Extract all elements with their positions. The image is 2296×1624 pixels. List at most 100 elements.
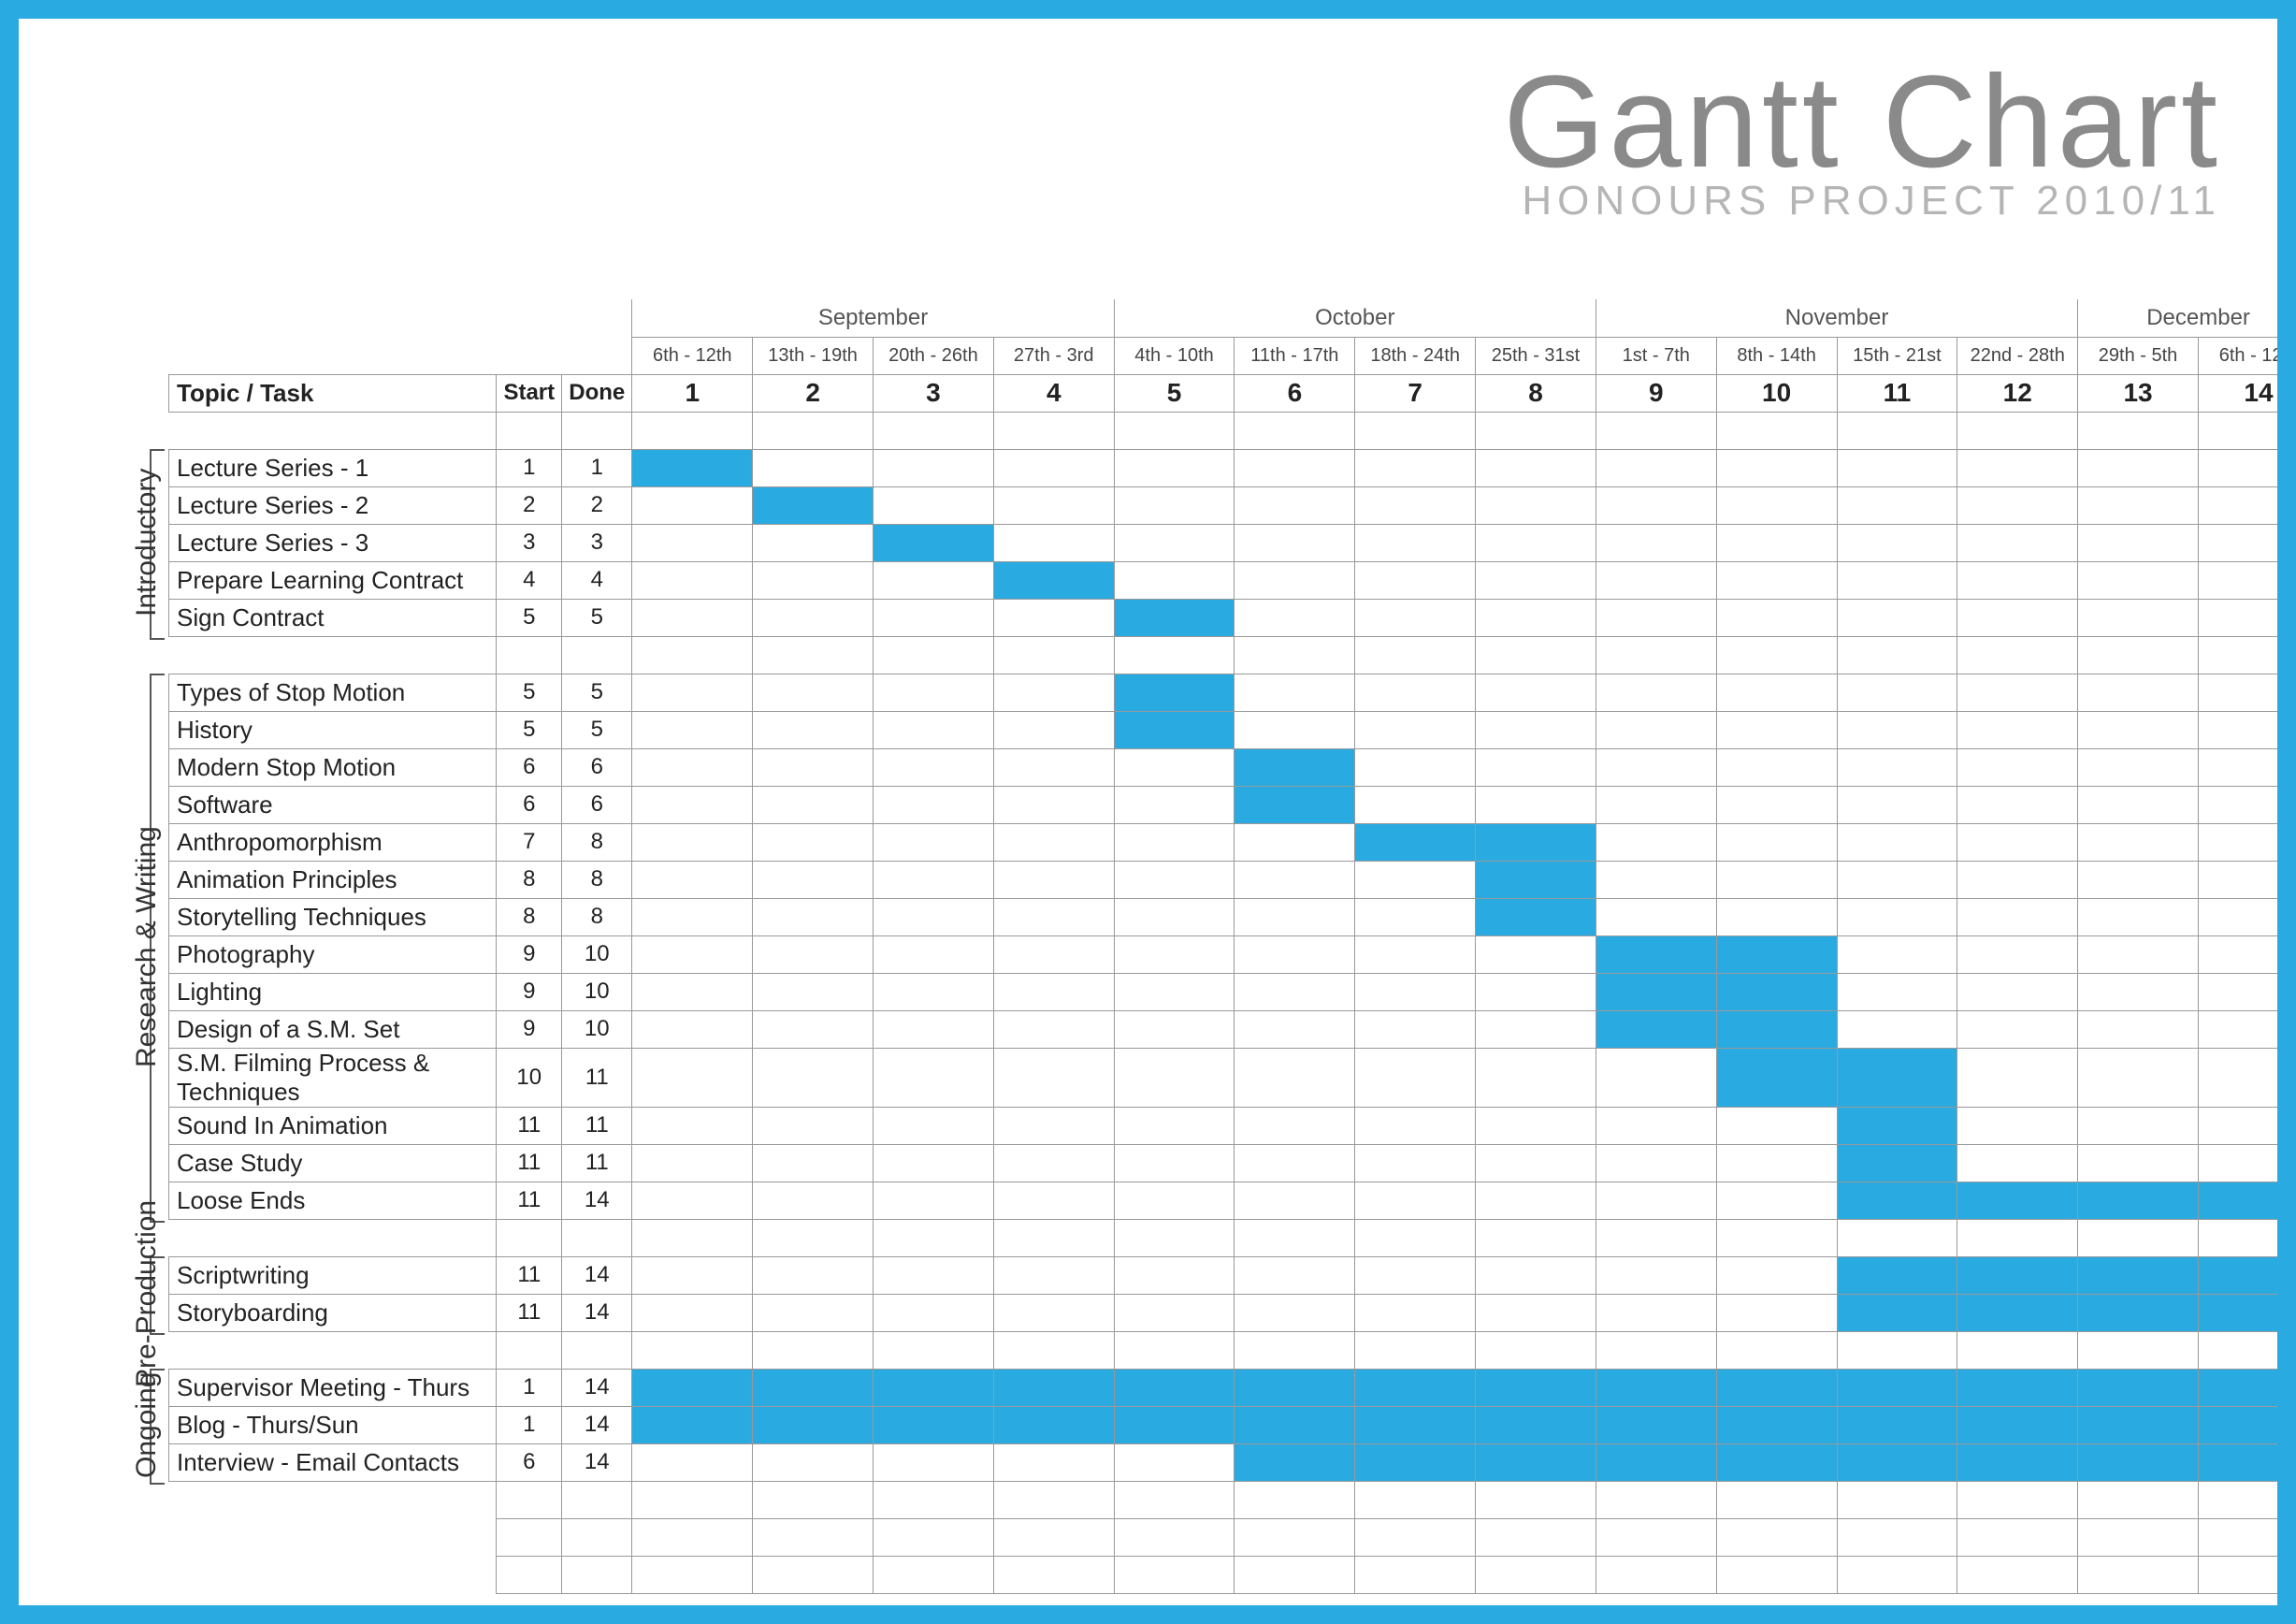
gantt-cell (1716, 861, 1837, 898)
week-number: 5 (1114, 374, 1235, 412)
gantt-cell (1716, 1443, 1837, 1481)
gantt-cell (1596, 1010, 1716, 1048)
gantt-cell (1355, 861, 1476, 898)
task-done: 3 (562, 524, 632, 561)
gantt-cell (1957, 1010, 2078, 1048)
gantt-cell (1114, 823, 1235, 861)
gantt-cell (1355, 973, 1476, 1010)
gantt-cell (2078, 561, 2199, 599)
gantt-cell (2078, 1010, 2199, 1048)
gantt-cell (1235, 1406, 1355, 1443)
gantt-cell (2198, 973, 2296, 1010)
gantt-cell (1837, 1294, 1957, 1331)
gantt-cell (1355, 898, 1476, 935)
gantt-cell (1355, 1010, 1476, 1048)
gantt-cell (1837, 1182, 1957, 1219)
task-done: 14 (562, 1182, 632, 1219)
gantt-cell (1716, 711, 1837, 748)
gantt-cell (753, 1010, 874, 1048)
gantt-cell (2198, 674, 2296, 711)
gantt-cell (753, 449, 874, 486)
task-start: 9 (497, 1010, 562, 1048)
gantt-cell (1235, 524, 1355, 561)
gantt-cell (1114, 524, 1235, 561)
gantt-cell (993, 1048, 1114, 1107)
gantt-cell (1476, 486, 1596, 524)
week-range: 27th - 3rd (993, 337, 1114, 374)
gantt-cell (1957, 898, 2078, 935)
gantt-cell (632, 748, 753, 786)
gantt-cell (753, 973, 874, 1010)
gantt-cell (1355, 1406, 1476, 1443)
gantt-cell (1957, 599, 2078, 636)
gantt-cell (1476, 973, 1596, 1010)
gantt-cell (1957, 1144, 2078, 1182)
gantt-cell (1355, 599, 1476, 636)
gantt-cell (1596, 449, 1716, 486)
table-row: Design of a S.M. Set910 (169, 1010, 2296, 1048)
gantt-cell (993, 1294, 1114, 1331)
task-done: 10 (562, 1010, 632, 1048)
gantt-cell (993, 823, 1114, 861)
spacer-row (169, 1481, 2296, 1518)
gantt-cell (1596, 1256, 1716, 1294)
gantt-cell (2078, 1107, 2199, 1144)
gantt-cell (1235, 711, 1355, 748)
gantt-cell (1235, 1443, 1355, 1481)
gantt-cell (2078, 1256, 2199, 1294)
gantt-cell (1957, 1443, 2078, 1481)
table-row: Loose Ends1114 (169, 1182, 2296, 1219)
task-name: Lighting (169, 973, 497, 1010)
task-name: Photography (169, 935, 497, 973)
topic-header: Topic / Task (169, 374, 497, 412)
gantt-cell (1957, 1406, 2078, 1443)
gantt-cell (632, 786, 753, 823)
gantt-cell (753, 1406, 874, 1443)
spacer-row (169, 1518, 2296, 1556)
gantt-cell (874, 748, 994, 786)
task-start: 9 (497, 973, 562, 1010)
gantt-cell (993, 524, 1114, 561)
gantt-cell (1476, 1294, 1596, 1331)
gantt-cell (1596, 1294, 1716, 1331)
gantt-cell (1355, 1144, 1476, 1182)
gantt-cell (1837, 1048, 1957, 1107)
gantt-cell (2198, 711, 2296, 748)
task-start: 11 (497, 1182, 562, 1219)
gantt-cell (1837, 561, 1957, 599)
table-row: Supervisor Meeting - Thurs114 (169, 1369, 2296, 1406)
task-name: Lecture Series - 3 (169, 524, 497, 561)
task-done: 10 (562, 973, 632, 1010)
gantt-cell (1476, 1182, 1596, 1219)
task-done: 10 (562, 935, 632, 973)
gantt-cell (2198, 486, 2296, 524)
week-number: 10 (1716, 374, 1837, 412)
gantt-cell (1837, 898, 1957, 935)
gantt-cell (1716, 823, 1837, 861)
gantt-cell (2078, 711, 2199, 748)
table-row: Software66 (169, 786, 2296, 823)
gantt-cell (1716, 898, 1837, 935)
gantt-cell (1235, 674, 1355, 711)
week-number: 6 (1235, 374, 1355, 412)
gantt-cell (632, 823, 753, 861)
gantt-cell (753, 748, 874, 786)
week-range: 22nd - 28th (1957, 337, 2078, 374)
gantt-cell (753, 711, 874, 748)
table-row: Blog - Thurs/Sun114 (169, 1406, 2296, 1443)
gantt-cell (874, 1294, 994, 1331)
task-name: Scriptwriting (169, 1256, 497, 1294)
gantt-cell (1114, 935, 1235, 973)
gantt-cell (1355, 561, 1476, 599)
gantt-cell (1716, 599, 1837, 636)
table-row: Lecture Series - 333 (169, 524, 2296, 561)
task-done: 2 (562, 486, 632, 524)
task-name: Software (169, 786, 497, 823)
gantt-cell (1716, 1010, 1837, 1048)
week-number: 11 (1837, 374, 1957, 412)
gantt-cell (1235, 786, 1355, 823)
gantt-cell (1114, 674, 1235, 711)
week-range: 25th - 31st (1476, 337, 1596, 374)
gantt-cell (1476, 823, 1596, 861)
gantt-cell (2078, 1144, 2199, 1182)
